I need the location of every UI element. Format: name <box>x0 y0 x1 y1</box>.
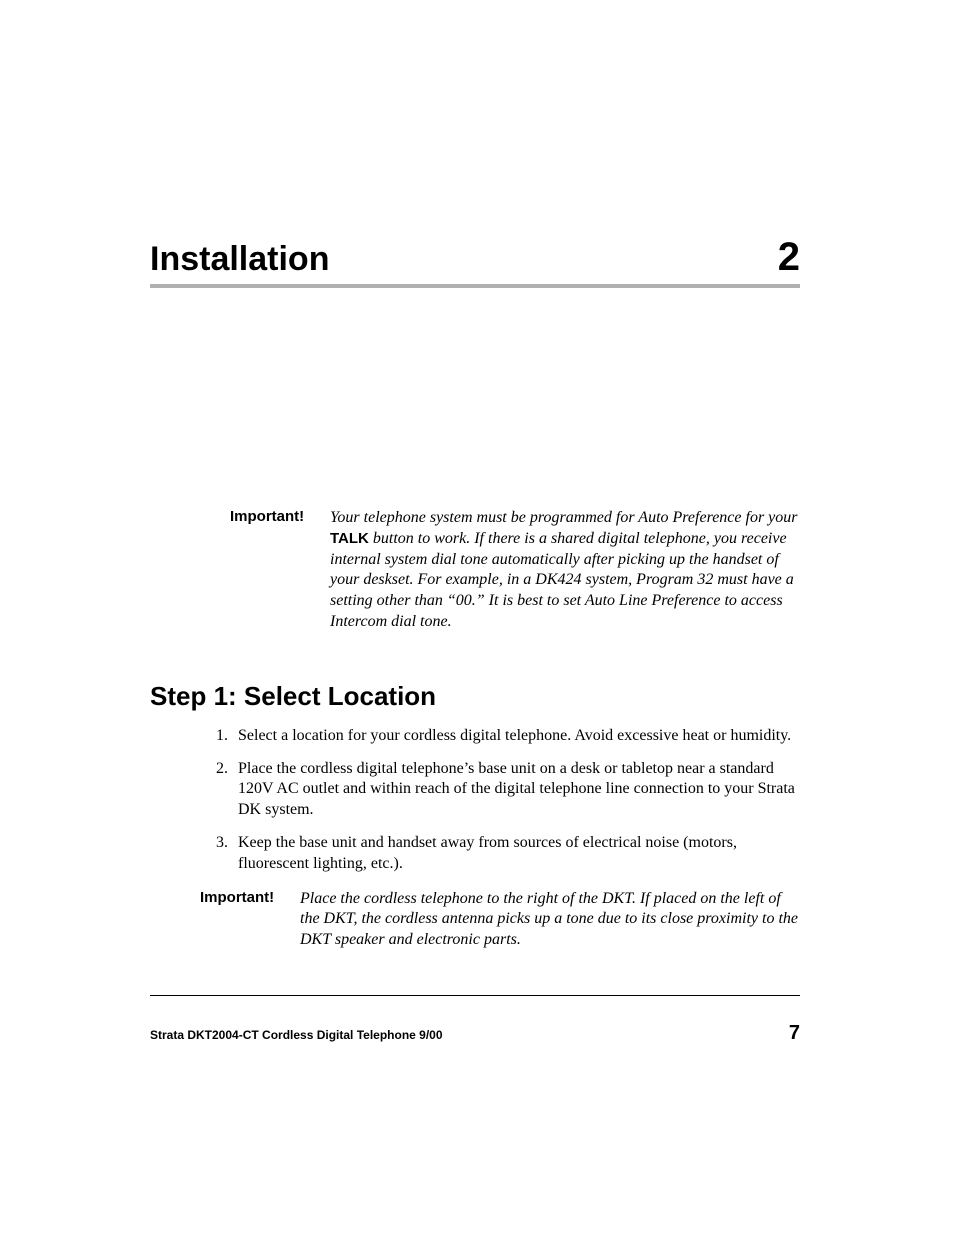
list-item: 2. Place the cordless digital telephone’… <box>200 759 800 821</box>
important-label: Important! <box>200 889 300 951</box>
footer-product-title: Strata DKT2004-CT Cordless Digital Telep… <box>150 1028 443 1042</box>
list-item-text: Place the cordless digital telephone’s b… <box>238 759 800 821</box>
important-text-before: Your telephone system must be programmed… <box>330 509 798 526</box>
important-text-after: button to work. If there is a shared dig… <box>330 530 794 630</box>
list-item: 3. Keep the base unit and handset away f… <box>200 833 800 875</box>
list-item-text: Keep the base unit and handset away from… <box>238 833 800 875</box>
list-item-number: 2. <box>200 759 238 821</box>
important-note-1: Important! Your telephone system must be… <box>230 508 800 633</box>
list-item: 1. Select a location for your cordless d… <box>200 726 800 747</box>
talk-button-label: TALK <box>330 530 369 547</box>
step1-list: 1. Select a location for your cordless d… <box>200 726 800 875</box>
chapter-title: Installation <box>150 240 329 279</box>
page-number: 7 <box>789 1022 800 1045</box>
chapter-header: Installation 2 <box>150 235 800 288</box>
section-heading-step1: Step 1: Select Location <box>150 681 800 712</box>
important-note-2: Important! Place the cordless telephone … <box>200 889 800 951</box>
important-text: Your telephone system must be programmed… <box>330 508 800 633</box>
chapter-number: 2 <box>778 235 800 280</box>
page-content: Installation 2 Important! Your telephone… <box>150 235 800 951</box>
list-item-number: 1. <box>200 726 238 747</box>
page-footer: Strata DKT2004-CT Cordless Digital Telep… <box>150 1022 800 1045</box>
important-label: Important! <box>230 508 330 633</box>
footer-rule <box>150 995 800 996</box>
important-text: Place the cordless telephone to the righ… <box>300 889 800 951</box>
list-item-number: 3. <box>200 833 238 875</box>
list-item-text: Select a location for your cordless digi… <box>238 726 800 747</box>
